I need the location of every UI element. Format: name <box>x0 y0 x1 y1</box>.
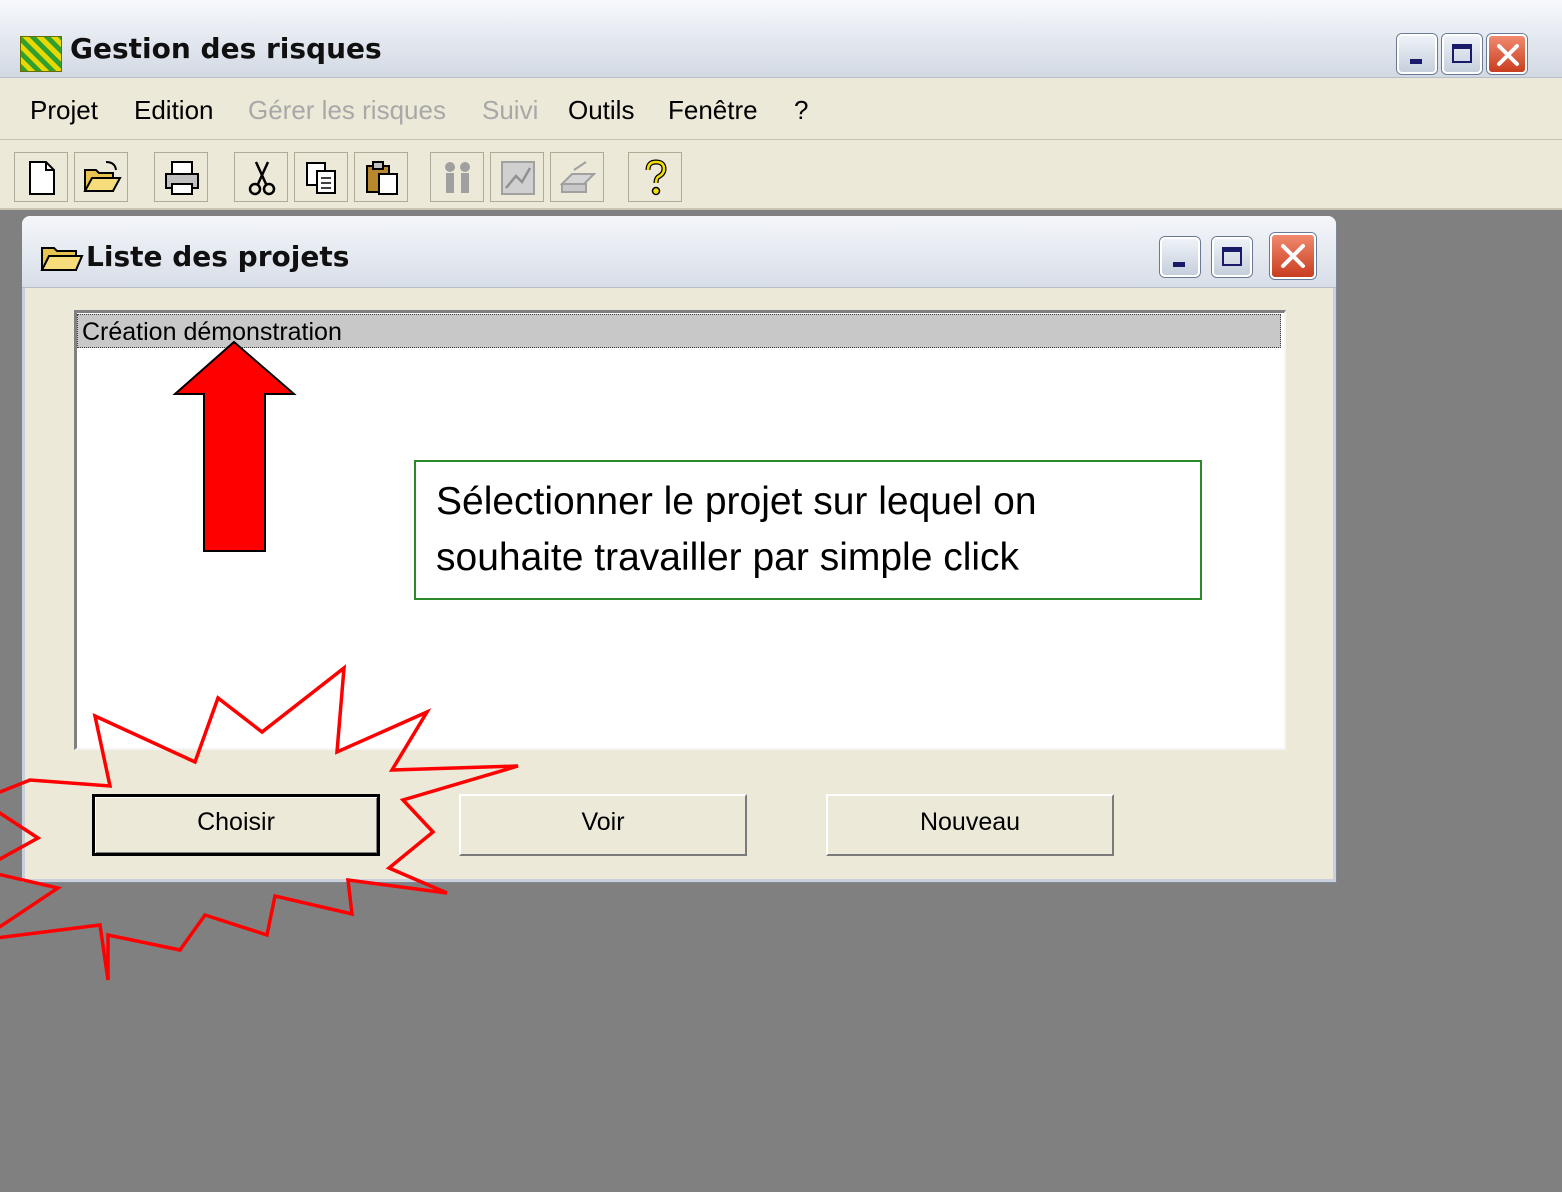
application-window: Gestion des risques Projet Edition Gérer… <box>0 0 1562 1192</box>
starburst-highlight-icon <box>0 664 519 981</box>
annotation-overlay <box>0 340 519 981</box>
red-arrow-icon <box>172 340 297 552</box>
